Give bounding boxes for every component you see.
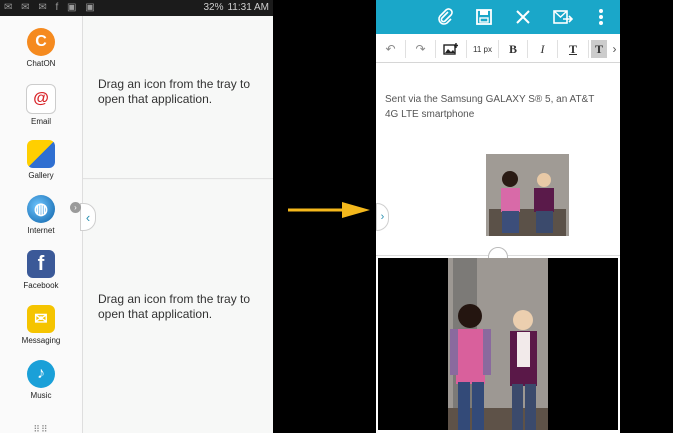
battery-percent: 32% bbox=[203, 2, 224, 13]
inline-photo-thumbnail[interactable] bbox=[486, 154, 569, 236]
insert-image-icon[interactable] bbox=[436, 40, 467, 58]
more-icon[interactable] bbox=[590, 6, 612, 28]
tray-app-messaging[interactable]: ✉ Messaging bbox=[0, 305, 82, 345]
tray-grip-icon[interactable]: ⠿⠿ bbox=[24, 424, 58, 433]
attach-icon[interactable] bbox=[434, 6, 456, 28]
chevron-right-icon[interactable]: › bbox=[609, 40, 620, 58]
tray-app-music[interactable]: ♪ Music bbox=[0, 360, 82, 400]
right-phone-screen: ↶ ↷ 11 px B I T T › Sent via the Samsung… bbox=[376, 0, 620, 433]
formatting-toolbar: ↶ ↷ 11 px B I T T › bbox=[376, 36, 620, 63]
clock: 11:31 AM bbox=[227, 2, 269, 13]
save-icon[interactable] bbox=[473, 6, 495, 28]
email-icon: @ bbox=[26, 84, 56, 114]
notification-icons: ✉ ✉ ✉ f ▣ ▣ bbox=[4, 2, 98, 13]
facebook-icon: f bbox=[27, 250, 55, 278]
gallery-photo-panel[interactable] bbox=[378, 258, 618, 430]
status-bar: ✉ ✉ ✉ f ▣ ▣ 32% 11:31 AM bbox=[0, 0, 273, 16]
bold-button[interactable]: B bbox=[499, 40, 528, 58]
italic-button[interactable]: I bbox=[528, 40, 558, 58]
messaging-icon: ✉ bbox=[27, 305, 55, 333]
tray-app-chaton[interactable]: C ChatON bbox=[0, 28, 82, 68]
multi-window-tray: C ChatON @ Email Gallery ◍ Internet f Fa… bbox=[0, 16, 83, 433]
discard-icon[interactable] bbox=[512, 6, 534, 28]
highlight-color-button[interactable]: T bbox=[591, 40, 607, 58]
email-compose-action-bar bbox=[376, 0, 620, 34]
empty-window-message: Drag an icon from the tray to open that … bbox=[98, 77, 251, 106]
tray-app-label: Email bbox=[30, 117, 51, 126]
tray-app-label: Messaging bbox=[21, 336, 61, 345]
gallery-icon bbox=[27, 140, 55, 168]
left-phone-screen: ✉ ✉ ✉ f ▣ ▣ 32% 11:31 AM C ChatON @ Emai… bbox=[0, 0, 273, 433]
tray-app-email[interactable]: @ Email bbox=[0, 84, 82, 126]
transition-arrow-icon bbox=[288, 202, 370, 218]
tray-app-label: Facebook bbox=[23, 281, 59, 290]
email-signature[interactable]: Sent via the Samsung GALAXY S® 5, an AT&… bbox=[385, 92, 610, 122]
split-window-top[interactable]: Drag an icon from the tray to open that … bbox=[83, 16, 273, 179]
tray-app-internet[interactable]: ◍ Internet bbox=[0, 195, 82, 235]
font-size-select[interactable]: 11 px bbox=[467, 40, 499, 58]
text-color-button[interactable]: T bbox=[558, 40, 589, 58]
internet-icon: ◍ bbox=[27, 195, 55, 223]
tray-app-label: Internet bbox=[27, 226, 55, 235]
tray-app-gallery[interactable]: Gallery bbox=[0, 140, 82, 180]
undo-icon[interactable]: ↶ bbox=[376, 40, 406, 58]
tray-app-label: Music bbox=[30, 391, 52, 400]
send-icon[interactable] bbox=[552, 6, 574, 28]
tray-app-label: ChatON bbox=[26, 59, 56, 68]
chaton-icon: C bbox=[27, 28, 55, 56]
split-window-bottom[interactable]: Drag an icon from the tray to open that … bbox=[83, 180, 273, 433]
chevron-right-icon: › bbox=[70, 202, 81, 213]
music-icon: ♪ bbox=[27, 360, 55, 388]
chevron-right-icon: › bbox=[380, 211, 385, 223]
redo-icon[interactable]: ↷ bbox=[406, 40, 436, 58]
tray-app-label: Gallery bbox=[28, 171, 54, 180]
chevron-left-icon: ‹ bbox=[85, 209, 91, 225]
tray-app-facebook[interactable]: f Facebook bbox=[0, 250, 82, 290]
empty-window-message: Drag an icon from the tray to open that … bbox=[98, 292, 251, 321]
